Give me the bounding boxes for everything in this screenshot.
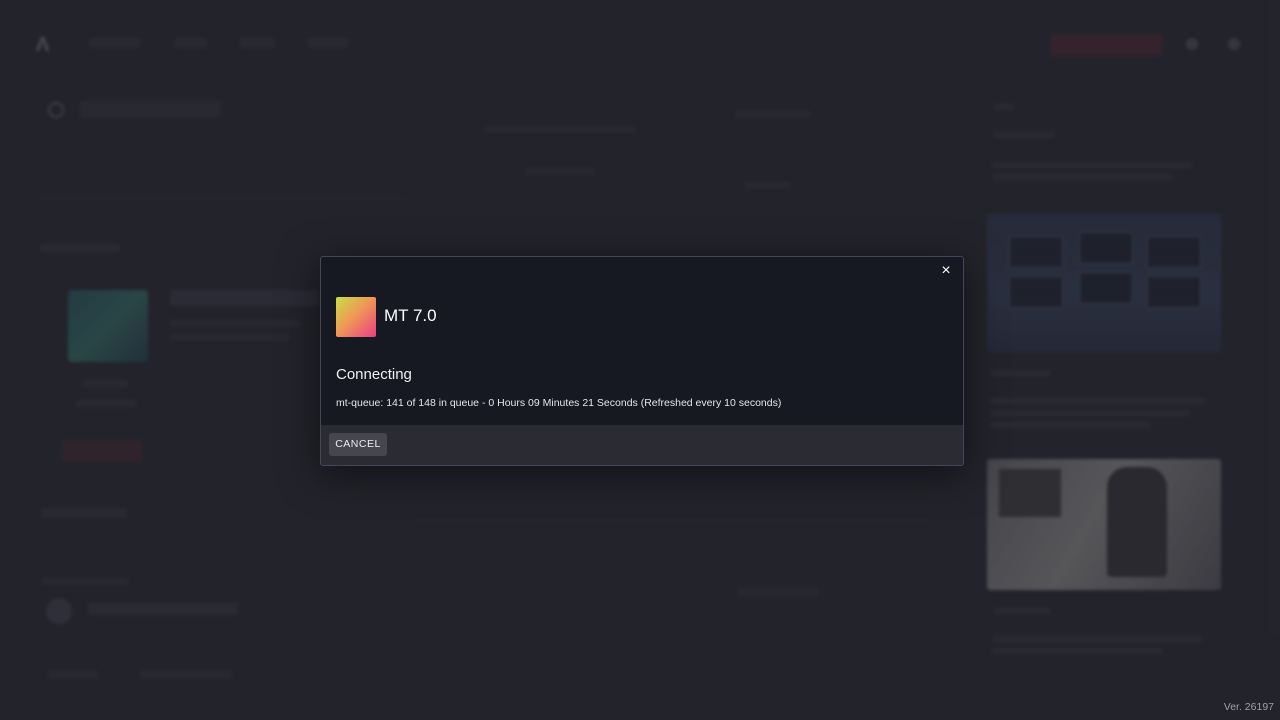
modal-footer: CANCEL: [321, 425, 963, 465]
game-icon: [336, 297, 376, 337]
cancel-button[interactable]: CANCEL: [329, 433, 387, 456]
version-label: Ver. 26197: [1223, 701, 1274, 713]
queue-status-text: mt-queue: 141 of 148 in queue - 0 Hours …: [336, 397, 782, 409]
connection-modal: × MT 7.0 Connecting mt-queue: 141 of 148…: [320, 256, 964, 466]
connection-status: Connecting: [336, 366, 412, 383]
game-title: MT 7.0: [384, 306, 437, 325]
close-icon[interactable]: ×: [937, 262, 955, 280]
